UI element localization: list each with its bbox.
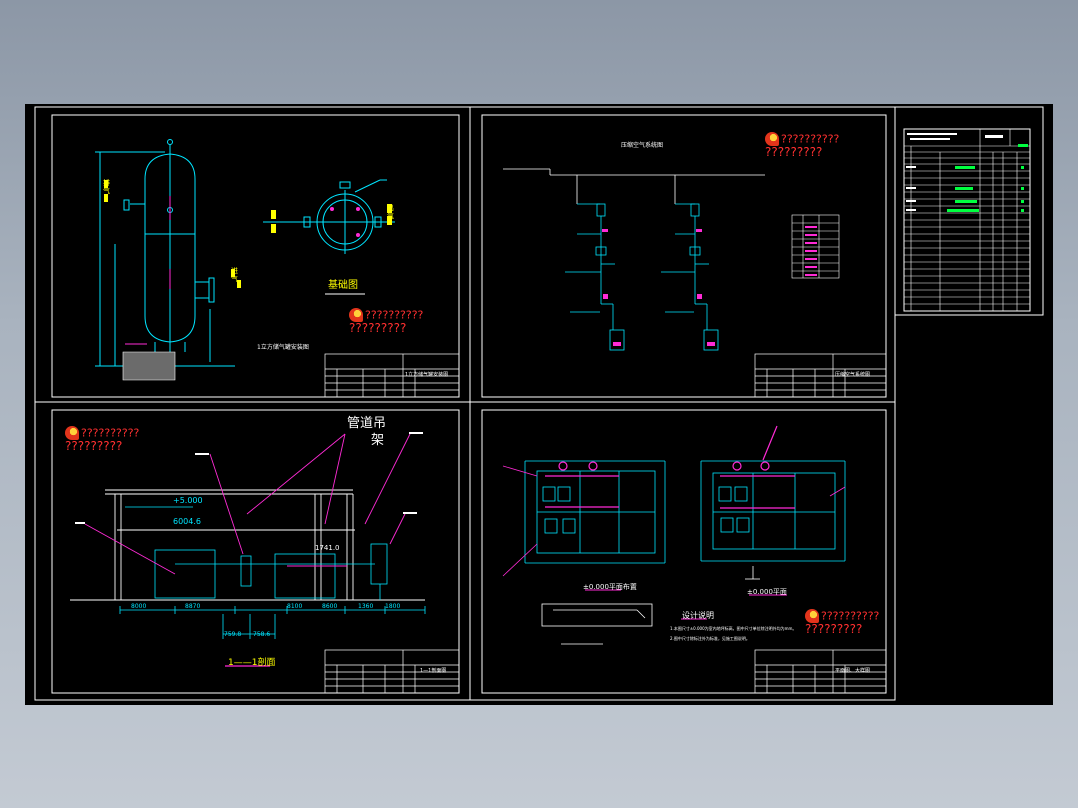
bl-dim-small-2: 758.6 — [253, 631, 271, 638]
bl-dim-bottom-1: 8870 — [185, 603, 201, 610]
watermark-line1: ?????????? — [821, 609, 880, 623]
watermark-line1: ?????????? — [81, 426, 140, 440]
watermark-tr: ?????????? ????????? — [765, 132, 839, 159]
vessel-foundation — [122, 351, 176, 381]
watermark-line1: ?????????? — [781, 132, 840, 146]
bl-section-title: 1——1剖面 — [228, 658, 276, 668]
tl-plan-title: 基础图 — [328, 280, 358, 291]
watermark-line2: ????????? — [349, 321, 407, 335]
watermark-line2: ????????? — [765, 145, 823, 159]
vessel-markers — [125, 196, 171, 345]
watermark-line1: ?????????? — [365, 308, 424, 322]
system-legend-symbols — [805, 226, 817, 276]
tl-title-block-name: 1立方储气罐安装图 — [405, 372, 449, 378]
tl-side-label-a: 排气 — [103, 179, 110, 195]
outer-frame — [34, 106, 896, 701]
bl-dim-bottom-5: 1800 — [385, 603, 401, 610]
bl-title-block-name: 1—1剖面图 — [420, 668, 447, 674]
drawing-sheet: 排气 进气 出气 基础图 1立方储气罐安装图 1立方储气罐安装图 压缩空气系统图… — [25, 104, 1053, 705]
br-plan-2-title: ±0.000平面 — [747, 588, 787, 596]
br-notes-title: 设计说明 — [682, 611, 714, 620]
watermark-logo-icon — [65, 426, 79, 440]
watermark-bl: ?????????? ????????? — [65, 426, 139, 453]
bl-dim-small-1: 759.8 — [224, 631, 242, 638]
cad-drawing — [34, 106, 1044, 701]
revision-table-grid — [904, 129, 1030, 311]
bl-dim-bottom-2: 8100 — [287, 603, 303, 610]
system-branch-right — [661, 203, 719, 351]
bl-dim-3: 1741.0 — [315, 544, 340, 552]
vessel-tl — [95, 139, 235, 367]
watermark-br: ?????????? ????????? — [805, 609, 879, 636]
watermark-tl: ?????????? ????????? — [349, 308, 423, 335]
system-branch-left — [565, 203, 625, 351]
plan-left-pipes — [545, 461, 619, 508]
tl-caption: 1立方储气罐安装图 — [257, 344, 309, 351]
plan-leaders — [502, 465, 846, 577]
panel-tl-border — [51, 114, 460, 398]
section-equipment — [119, 506, 426, 639]
vessel-plan-view — [263, 179, 395, 254]
bl-dim-bottom-3: 8600 — [322, 603, 338, 610]
revision-table-text — [906, 133, 1003, 211]
watermark-logo-icon — [349, 308, 363, 322]
bl-dim-1: +5.000 — [173, 496, 203, 505]
br-note-2: 2.图中尺寸除标注外为标准，见施工图说明。 — [670, 636, 750, 641]
watermark-line2: ????????? — [805, 622, 863, 636]
system-legend — [791, 214, 840, 279]
br-title-block-name: 平面图、大样图 — [835, 668, 871, 674]
tr-caption: 压缩空气系统图 — [621, 142, 664, 149]
br-plan-1-title: ±0.000平面布置 — [583, 583, 637, 591]
system-magenta-parts — [602, 229, 715, 346]
bl-dim-bottom-4: 1360 — [358, 603, 374, 610]
watermark-line2: ????????? — [65, 439, 123, 453]
tr-title-block-name: 压缩空气系统图 — [835, 372, 871, 378]
watermark-logo-icon — [765, 132, 779, 146]
watermark-logo-icon — [805, 609, 819, 623]
panel-br-border — [481, 409, 887, 694]
bl-dim-2: 6004.6 — [173, 517, 201, 526]
system-piping — [503, 168, 765, 204]
tl-side-label-b: 进气 — [231, 267, 238, 283]
detail-sketch — [541, 566, 760, 645]
bl-title-b: 架 — [371, 433, 385, 448]
bl-dim-bottom-0: 8000 — [131, 603, 147, 610]
br-note-1: 1.本图尺寸±0.000为室内地坪标高，图中尺寸单位除注明外均为mm。 — [670, 626, 797, 631]
tl-side-label-c: 出气 — [387, 204, 394, 220]
section-leaders — [84, 433, 411, 575]
